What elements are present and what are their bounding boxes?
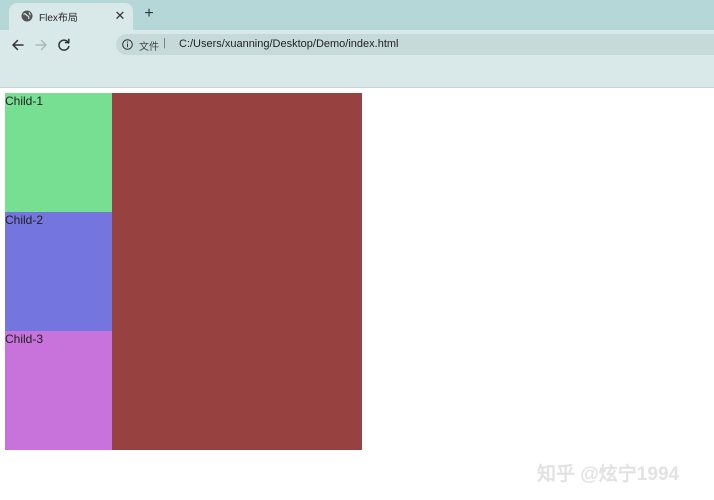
close-icon[interactable]: ✕ <box>113 9 127 23</box>
tab-strip: Flex布局 ✕ + <box>0 0 714 30</box>
child-2-box: Child-2 <box>5 212 112 331</box>
scheme-label: 文件 <box>139 42 159 53</box>
child-2-label: Child-2 <box>5 213 44 227</box>
arrow-left-icon[interactable] <box>9 36 27 54</box>
tab-title: Flex布局 <box>39 13 78 24</box>
page-viewport: Child-1 Child-2 Child-3 <box>0 88 714 500</box>
globe-icon <box>21 10 33 22</box>
child-1-box: Child-1 <box>5 93 112 212</box>
toolbar: 文件 | C:/Users/xuanning/Desktop/Demo/inde… <box>0 30 714 88</box>
arrow-right-icon[interactable] <box>32 36 50 54</box>
tab-active[interactable]: Flex布局 ✕ <box>9 3 133 30</box>
scheme-separator: | <box>163 37 166 49</box>
url-text[interactable]: C:/Users/xuanning/Desktop/Demo/index.htm… <box>179 38 398 50</box>
watermark: 知乎 @炫宁1994 <box>537 464 680 485</box>
new-tab-button[interactable]: + <box>142 6 156 22</box>
address-bar[interactable]: 文件 | C:/Users/xuanning/Desktop/Demo/inde… <box>116 34 714 55</box>
child-3-box: Child-3 <box>5 331 112 450</box>
child-1-label: Child-1 <box>5 94 44 108</box>
left-column: Child-1 Child-2 Child-3 <box>5 93 112 450</box>
child-3-label: Child-3 <box>5 332 44 346</box>
main-box <box>112 93 362 450</box>
flex-container: Child-1 Child-2 Child-3 <box>5 93 362 450</box>
reload-icon[interactable] <box>55 36 73 54</box>
browser-window: Flex布局 ✕ + 文件 | C:/Users/xuanning/Deskto… <box>0 0 714 500</box>
info-icon[interactable] <box>122 39 133 50</box>
